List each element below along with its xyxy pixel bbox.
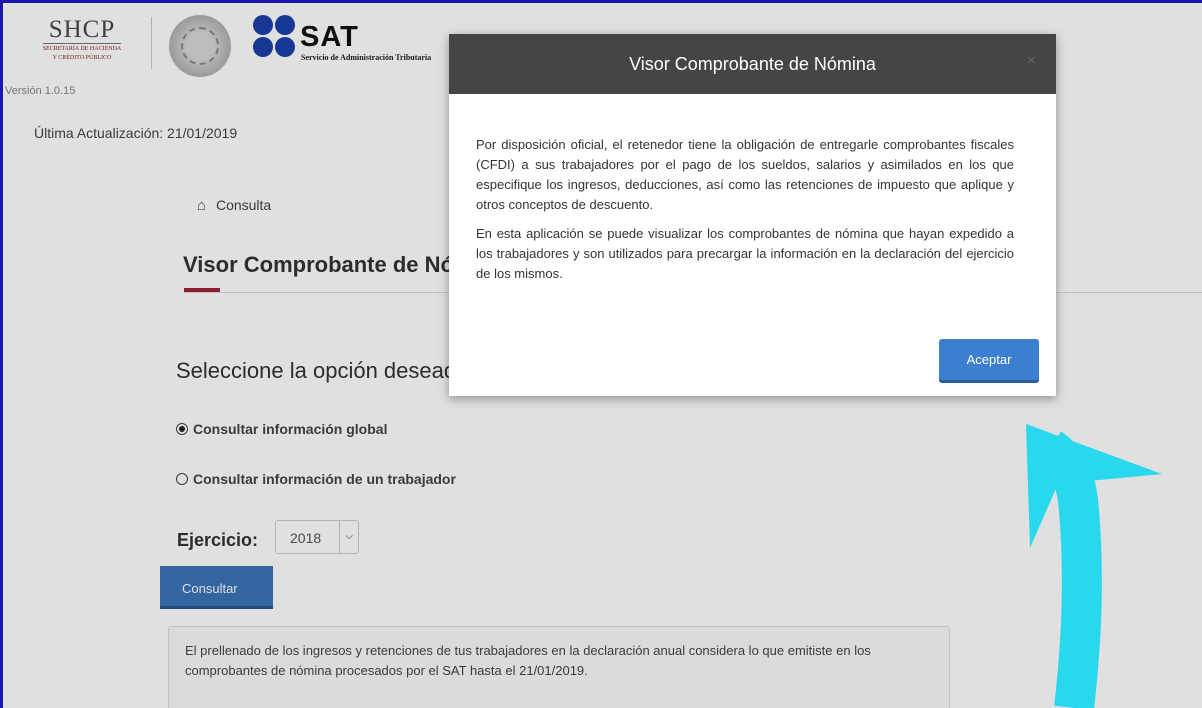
annotation-arrow-icon [1026, 424, 1162, 708]
